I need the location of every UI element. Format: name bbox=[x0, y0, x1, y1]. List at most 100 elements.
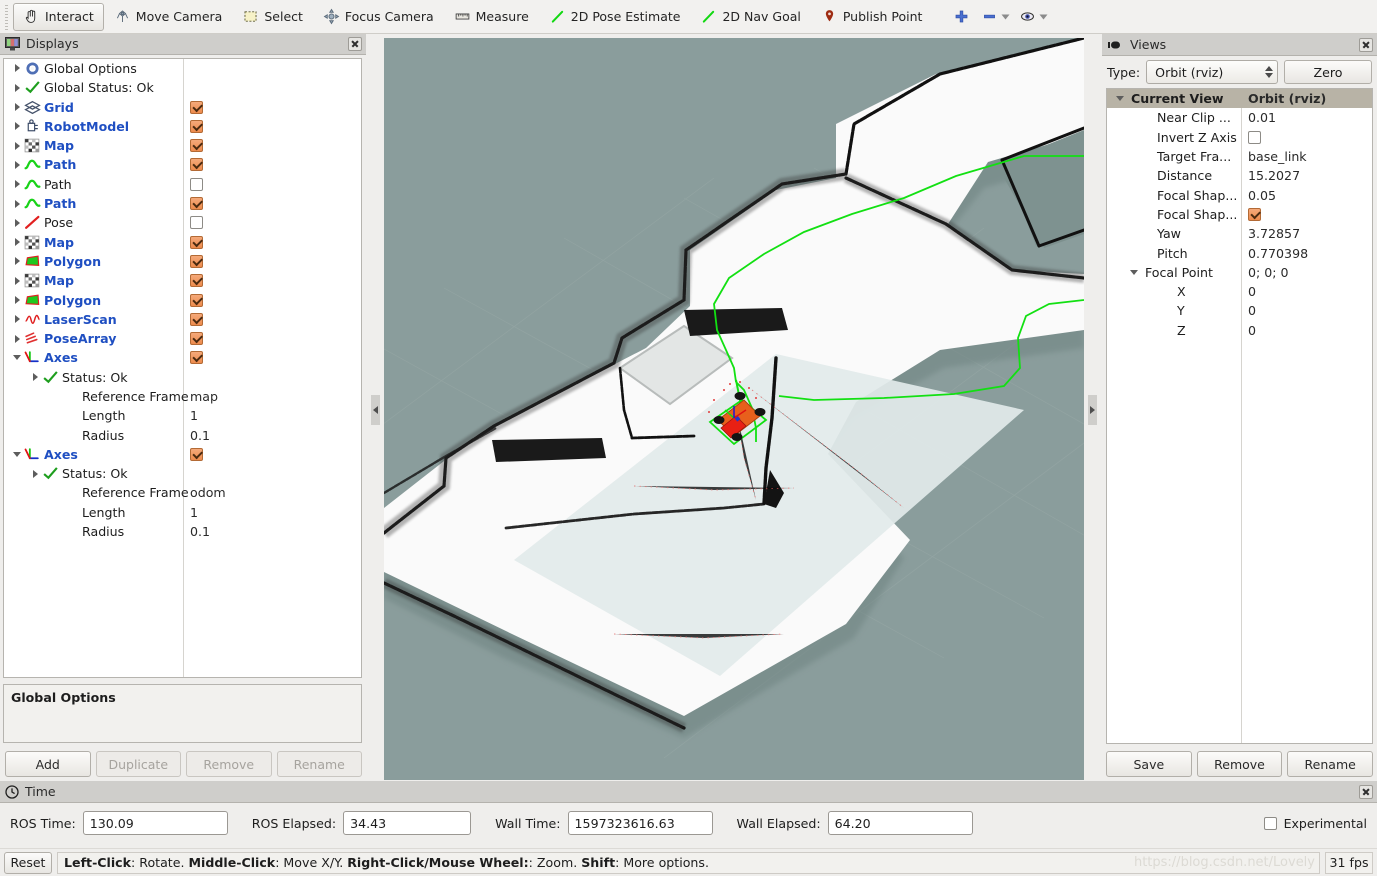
expand-arrow-icon[interactable] bbox=[10, 238, 24, 246]
views-row-value[interactable]: 0 bbox=[1248, 323, 1256, 338]
collapse-arrow-icon[interactable] bbox=[1113, 96, 1127, 101]
expand-arrow-icon[interactable] bbox=[10, 122, 24, 130]
displays-row[interactable]: Reference Frame odom bbox=[4, 483, 361, 502]
displays-row[interactable]: Axes bbox=[4, 445, 361, 464]
displays-row[interactable]: Map bbox=[4, 271, 361, 290]
remove-display-button[interactable]: Remove bbox=[186, 751, 272, 777]
tool-2d-pose-estimate[interactable]: 2D Pose Estimate bbox=[539, 3, 691, 31]
views-row-value[interactable]: 0 bbox=[1248, 284, 1256, 299]
collapse-right-handle[interactable] bbox=[1088, 395, 1097, 425]
display-enabled-checkbox[interactable] bbox=[190, 177, 203, 191]
views-row[interactable]: Focal Point 0; 0; 0 bbox=[1107, 263, 1372, 282]
views-property-tree[interactable]: Current View Orbit (rviz) Near Clip ... 0.0… bbox=[1106, 88, 1373, 744]
displays-row[interactable]: Status: Ok bbox=[4, 464, 361, 483]
displays-row[interactable]: Radius 0.1 bbox=[4, 425, 361, 444]
displays-row[interactable]: LaserScan bbox=[4, 310, 361, 329]
rename-view-button[interactable]: Rename bbox=[1287, 751, 1374, 777]
views-row[interactable]: Yaw 3.72857 bbox=[1107, 224, 1372, 243]
view-type-select[interactable]: Orbit (rviz) bbox=[1146, 60, 1278, 84]
3d-render-viewport[interactable] bbox=[384, 38, 1084, 780]
views-row[interactable]: Distance 15.2027 bbox=[1107, 166, 1372, 185]
displays-row-value[interactable]: map bbox=[190, 389, 218, 404]
ros-elapsed-input[interactable]: 34.43 bbox=[343, 811, 472, 835]
display-enabled-checkbox[interactable] bbox=[190, 274, 203, 288]
close-icon[interactable] bbox=[1359, 37, 1373, 52]
display-enabled-checkbox[interactable] bbox=[190, 351, 203, 365]
expand-arrow-icon[interactable] bbox=[10, 142, 24, 150]
displays-row[interactable]: Length 1 bbox=[4, 406, 361, 425]
views-row[interactable]: Z0 bbox=[1107, 321, 1372, 340]
expand-arrow-icon[interactable] bbox=[10, 64, 24, 72]
expand-arrow-icon[interactable] bbox=[10, 277, 24, 285]
expand-arrow-icon[interactable] bbox=[28, 373, 42, 381]
expand-arrow-icon[interactable] bbox=[10, 103, 24, 111]
views-row-value[interactable]: 0.770398 bbox=[1248, 246, 1308, 261]
views-row-value[interactable]: base_link bbox=[1248, 149, 1307, 164]
tool-2d-nav-goal[interactable]: 2D Nav Goal bbox=[690, 3, 810, 31]
displays-row[interactable]: RobotModel bbox=[4, 117, 361, 136]
displays-row[interactable]: Status: Ok bbox=[4, 368, 361, 387]
tool-focus-camera[interactable]: Focus Camera bbox=[313, 3, 444, 31]
display-enabled-checkbox[interactable] bbox=[190, 139, 203, 153]
expand-arrow-icon[interactable] bbox=[10, 219, 24, 227]
zero-button[interactable]: Zero bbox=[1284, 60, 1372, 84]
display-enabled-checkbox[interactable] bbox=[190, 332, 203, 346]
displays-row[interactable]: Pose bbox=[4, 213, 361, 232]
displays-row[interactable]: Global Options bbox=[4, 59, 361, 78]
views-row-value[interactable]: 0 bbox=[1248, 303, 1256, 318]
displays-row[interactable]: Radius 0.1 bbox=[4, 522, 361, 541]
displays-row-value[interactable]: odom bbox=[190, 485, 226, 500]
display-enabled-checkbox[interactable] bbox=[190, 254, 203, 268]
tool-move-camera[interactable]: Move Camera bbox=[104, 3, 233, 31]
tool-measure[interactable]: Measure bbox=[444, 3, 539, 31]
views-row[interactable]: Invert Z Axis bbox=[1107, 128, 1372, 147]
save-view-button[interactable]: Save bbox=[1106, 751, 1192, 777]
experimental-checkbox[interactable] bbox=[1263, 816, 1277, 830]
collapse-arrow-icon[interactable] bbox=[10, 355, 24, 360]
toolbar-drag-handle[interactable] bbox=[2, 3, 11, 30]
tool-interact[interactable]: Interact bbox=[13, 2, 104, 31]
duplicate-display-button[interactable]: Duplicate bbox=[95, 751, 181, 777]
rename-display-button[interactable]: Rename bbox=[276, 751, 362, 777]
expand-arrow-icon[interactable] bbox=[10, 200, 24, 208]
display-enabled-checkbox[interactable] bbox=[190, 158, 203, 172]
add-display-button[interactable]: Add bbox=[5, 751, 91, 777]
remove-tool-button[interactable] bbox=[977, 3, 1015, 31]
views-row[interactable]: Y0 bbox=[1107, 301, 1372, 320]
display-enabled-checkbox[interactable] bbox=[190, 216, 203, 230]
collapse-arrow-icon[interactable] bbox=[10, 452, 24, 457]
displays-row-value[interactable]: 0.1 bbox=[190, 524, 210, 539]
views-row-value[interactable]: 0.05 bbox=[1248, 188, 1276, 203]
display-enabled-checkbox[interactable] bbox=[190, 100, 203, 114]
tool-select[interactable]: Select bbox=[232, 3, 313, 31]
views-row[interactable]: Pitch 0.770398 bbox=[1107, 243, 1372, 262]
views-row[interactable]: Focal Shap... 0.05 bbox=[1107, 185, 1372, 204]
displays-tree[interactable]: Global Options Global Status: Ok Grid Robot… bbox=[3, 57, 362, 678]
displays-row-value[interactable]: 1 bbox=[190, 408, 198, 423]
expand-arrow-icon[interactable] bbox=[10, 84, 24, 92]
displays-row[interactable]: Map bbox=[4, 136, 361, 155]
remove-view-button[interactable]: Remove bbox=[1196, 751, 1283, 777]
views-row[interactable]: Near Clip ... 0.01 bbox=[1107, 108, 1372, 127]
tool-publish-point[interactable]: Publish Point bbox=[811, 3, 933, 31]
close-icon[interactable] bbox=[348, 36, 362, 51]
display-enabled-checkbox[interactable] bbox=[190, 119, 203, 133]
expand-arrow-icon[interactable] bbox=[10, 296, 24, 304]
display-enabled-checkbox[interactable] bbox=[190, 235, 203, 249]
displays-row[interactable]: Path bbox=[4, 175, 361, 194]
displays-row[interactable]: Polygon bbox=[4, 290, 361, 309]
displays-row-value[interactable]: 1 bbox=[190, 505, 198, 520]
expand-arrow-icon[interactable] bbox=[10, 315, 24, 323]
views-row-value[interactable]: 0; 0; 0 bbox=[1248, 265, 1289, 280]
displays-row-value[interactable]: 0.1 bbox=[190, 428, 210, 443]
experimental-toggle[interactable]: Experimental bbox=[1263, 816, 1367, 831]
tool-visibility-button[interactable] bbox=[1015, 3, 1053, 31]
display-enabled-checkbox[interactable] bbox=[190, 447, 203, 461]
views-row-value[interactable]: 0.01 bbox=[1248, 110, 1276, 125]
displays-row[interactable]: Map bbox=[4, 232, 361, 251]
views-row-value[interactable]: 15.2027 bbox=[1248, 168, 1300, 183]
views-row-checkbox[interactable] bbox=[1248, 130, 1261, 144]
collapse-left-handle[interactable] bbox=[371, 395, 380, 425]
expand-arrow-icon[interactable] bbox=[10, 161, 24, 169]
displays-row[interactable]: Axes bbox=[4, 348, 361, 367]
